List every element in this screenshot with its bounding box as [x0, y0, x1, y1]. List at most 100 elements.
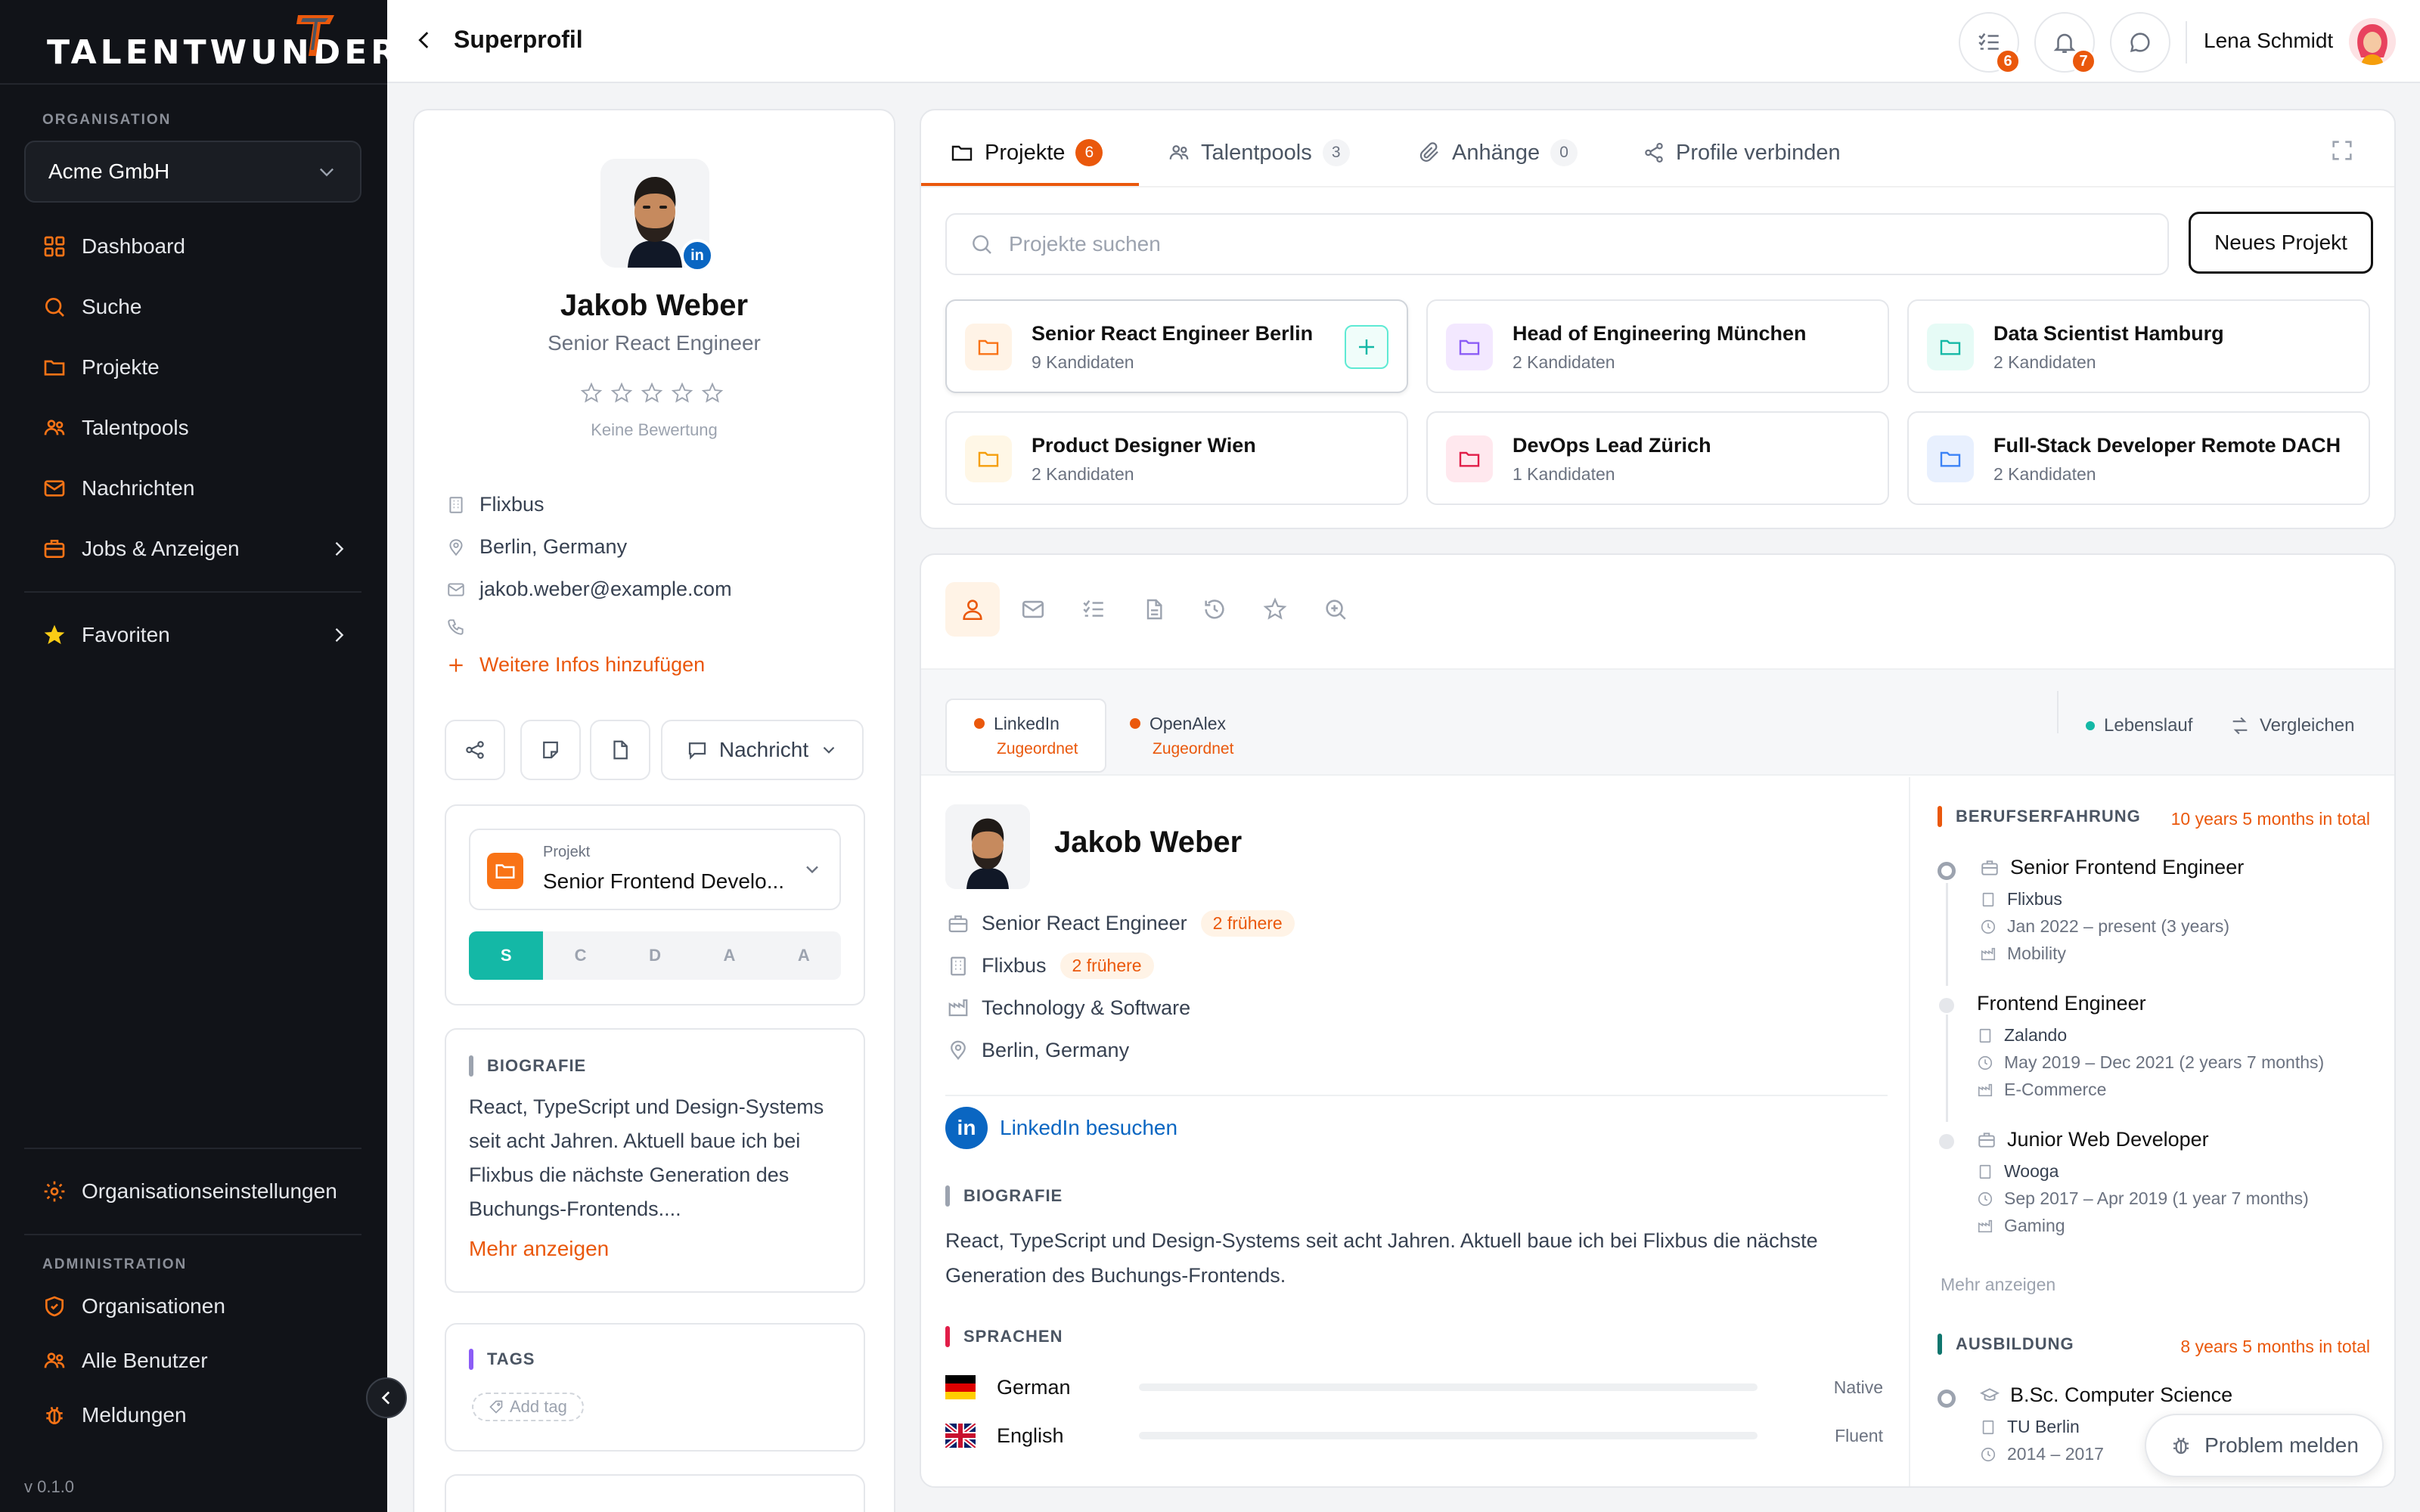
- tasks-button[interactable]: 6: [1959, 12, 2021, 74]
- user-avatar[interactable]: [2349, 18, 2396, 65]
- bio-text: React, TypeScript und Design-Systems sei…: [469, 1095, 824, 1220]
- stage-d[interactable]: D: [618, 931, 692, 980]
- notifications-badge: 7: [2071, 48, 2096, 74]
- star-outline-icon[interactable]: [579, 381, 603, 405]
- add-to-project-button[interactable]: [1345, 325, 1388, 369]
- search-icon: [39, 292, 70, 322]
- report-problem-button[interactable]: Problem melden: [2145, 1414, 2384, 1477]
- search-zoom-icon: [1326, 600, 1346, 620]
- expand-icon[interactable]: [2329, 138, 2355, 163]
- cv-toggle[interactable]: Lebenslauf: [2086, 715, 2192, 736]
- chat-button[interactable]: [2110, 12, 2170, 73]
- nav-meldungen[interactable]: Meldungen: [39, 1393, 349, 1438]
- topbar-divider: [2186, 21, 2187, 64]
- tab-profile[interactable]: [945, 582, 1000, 637]
- profile-role: Senior React Engineer: [548, 331, 761, 355]
- previous-titles-badge[interactable]: 2 frühere: [1200, 910, 1295, 937]
- experience-show-more[interactable]: Mehr anzeigen: [1941, 1275, 2055, 1295]
- chevron-left-icon: [381, 1391, 390, 1405]
- message-button[interactable]: Nachricht: [661, 720, 864, 780]
- users-icon: [1169, 145, 1189, 160]
- clock-icon: [1981, 1447, 1996, 1461]
- logo-text: TALENTWUNDER: [47, 33, 401, 72]
- clock-icon: [1978, 1191, 1993, 1206]
- stage-a[interactable]: A: [692, 931, 766, 980]
- linkedin-link[interactable]: in LinkedIn besuchen: [945, 1107, 1177, 1149]
- new-project-button[interactable]: Neues Projekt: [2189, 212, 2373, 274]
- project-name: Product Designer Wien: [1032, 434, 1256, 457]
- nav-alle-benutzer[interactable]: Alle Benutzer: [39, 1338, 349, 1383]
- add-tag-button[interactable]: Add tag: [472, 1393, 584, 1421]
- tab-projekte[interactable]: Projekte 6: [950, 132, 1103, 174]
- stage-c[interactable]: C: [543, 931, 617, 980]
- project-tile[interactable]: Head of Engineering München 2 Kandidaten: [1426, 299, 1889, 393]
- notifications-button[interactable]: 7: [2034, 12, 2096, 74]
- rating-stars[interactable]: [579, 381, 724, 405]
- tab-mail[interactable]: [1006, 582, 1060, 637]
- tasks-badge: 6: [1995, 48, 2021, 74]
- phone-row[interactable]: [445, 615, 479, 638]
- project-select[interactable]: Projekt Senior Frontend Develo...: [469, 829, 841, 910]
- shield-icon: [39, 1291, 70, 1321]
- star-outline-icon[interactable]: [670, 381, 694, 405]
- nav-organisationen[interactable]: Organisationen: [39, 1284, 349, 1329]
- german-flag-icon: [945, 1375, 976, 1399]
- organisation-select[interactable]: Acme GmbH: [24, 141, 361, 203]
- tab-ratings[interactable]: [1248, 582, 1302, 637]
- chat-icon: [2130, 33, 2150, 53]
- nav-organisationseinstellungen[interactable]: Organisationseinstellungen: [39, 1169, 349, 1214]
- nav-jobs[interactable]: Jobs & Anzeigen: [39, 526, 349, 572]
- source-linkedin[interactable]: LinkedIn Zugeordnet: [945, 699, 1107, 773]
- tab-profile-verbinden[interactable]: Profile verbinden: [1643, 132, 1841, 174]
- nav-favoriten[interactable]: Favoriten: [39, 612, 349, 658]
- tab-history[interactable]: [1187, 582, 1242, 637]
- nav-label: Talentpools: [82, 416, 189, 439]
- folder-icon: [951, 145, 973, 161]
- nav-talentpools[interactable]: Talentpools: [39, 405, 349, 451]
- project-tile[interactable]: DevOps Lead Zürich 1 Kandidaten: [1426, 411, 1889, 505]
- document-button[interactable]: [590, 720, 650, 780]
- share-button[interactable]: [445, 720, 505, 780]
- bug-icon: [39, 1400, 70, 1430]
- star-outline-icon[interactable]: [640, 381, 664, 405]
- chevron-right-icon: [335, 542, 344, 556]
- star-outline-icon[interactable]: [700, 381, 724, 405]
- nav-suche[interactable]: Suche: [39, 284, 349, 330]
- tab-research[interactable]: [1308, 582, 1363, 637]
- stage-selector[interactable]: S C D A A: [469, 931, 841, 980]
- building-icon: [1982, 1420, 1994, 1434]
- tab-documents[interactable]: [1127, 582, 1181, 637]
- project-tile[interactable]: Senior React Engineer Berlin 9 Kandidate…: [945, 299, 1408, 393]
- tab-anhaenge[interactable]: Anhänge 0: [1419, 132, 1578, 174]
- add-info-link[interactable]: Weitere Infos hinzufügen: [445, 653, 705, 677]
- user-name[interactable]: Lena Schmidt: [2204, 29, 2333, 53]
- project-select-value: Senior Frontend Develo...: [543, 869, 785, 893]
- message-button-label: Nachricht: [718, 738, 809, 761]
- show-more-link[interactable]: Mehr anzeigen: [469, 1237, 609, 1261]
- compare-icon: [2232, 717, 2248, 735]
- collapse-sidebar-button[interactable]: [366, 1377, 407, 1418]
- star-outline-icon[interactable]: [610, 381, 634, 405]
- nav-projekte[interactable]: Projekte: [39, 345, 349, 390]
- timeline-line: [1946, 1015, 1948, 1122]
- project-tile[interactable]: Data Scientist Hamburg 2 Kandidaten: [1907, 299, 2370, 393]
- detail-industry-row: Technology & Software: [945, 995, 1190, 1021]
- stage-s[interactable]: S: [469, 931, 544, 980]
- location-text: Berlin, Germany: [479, 535, 628, 558]
- tab-talentpools[interactable]: Talentpools 3: [1168, 132, 1350, 174]
- project-search-input[interactable]: Projekte suchen: [945, 213, 2169, 275]
- building-icon: [445, 494, 467, 516]
- project-tile[interactable]: Product Designer Wien 2 Kandidaten: [945, 411, 1408, 505]
- stage-a-2[interactable]: A: [767, 931, 841, 980]
- compare-button[interactable]: Vergleichen: [2229, 715, 2354, 736]
- map-pin-icon: [945, 1037, 971, 1063]
- nav-dashboard[interactable]: Dashboard: [39, 224, 349, 269]
- project-tile[interactable]: Full-Stack Developer Remote DACH 2 Kandi…: [1907, 411, 2370, 505]
- tab-tasks[interactable]: [1066, 582, 1121, 637]
- previous-companies-badge[interactable]: 2 frühere: [1060, 953, 1154, 979]
- source-openalex[interactable]: OpenAlex Zugeordnet: [1103, 699, 1261, 773]
- note-button[interactable]: [520, 720, 581, 780]
- nav-nachrichten[interactable]: Nachrichten: [39, 466, 349, 511]
- back-icon[interactable]: [411, 27, 437, 53]
- email-row[interactable]: jakob.weber@example.com: [445, 578, 732, 601]
